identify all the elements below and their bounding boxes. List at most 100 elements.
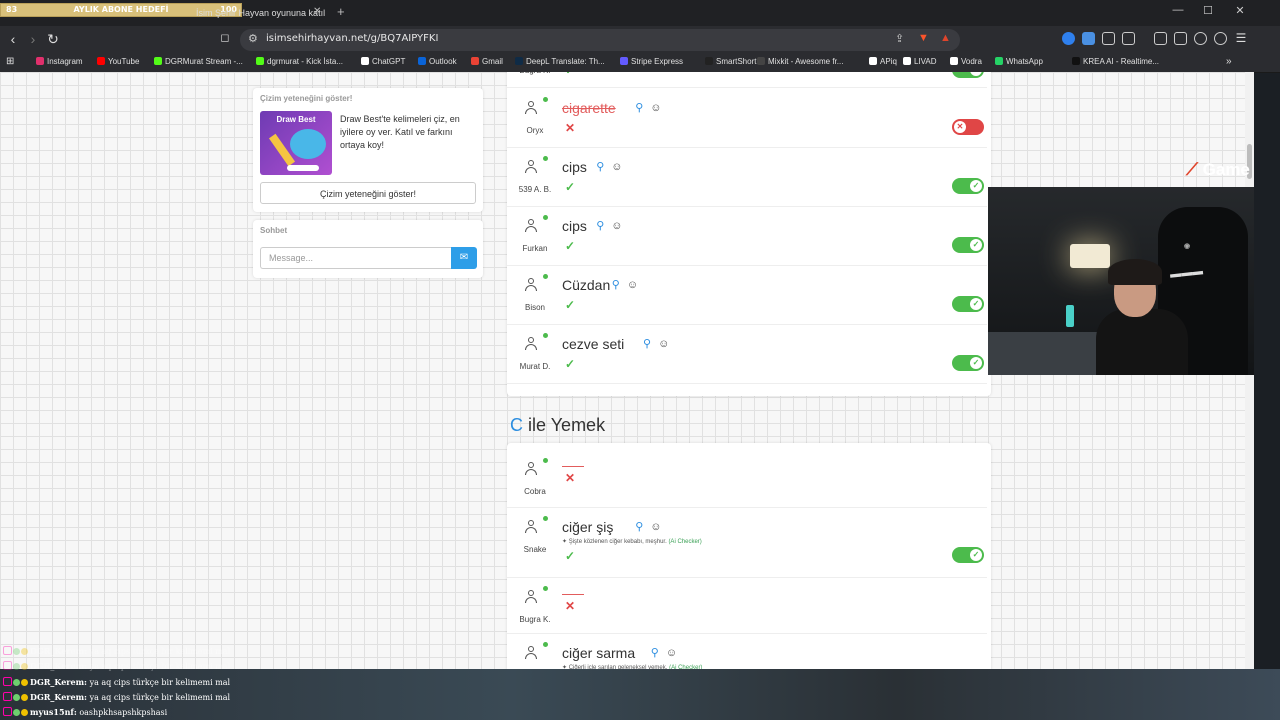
bookmark-4[interactable]: ChatGPT bbox=[361, 57, 405, 66]
search-icon[interactable]: ⚲ bbox=[643, 338, 651, 350]
correct-check-icon: ✓ bbox=[565, 239, 576, 253]
avatar-head bbox=[528, 278, 534, 284]
search-icon[interactable]: ⚲ bbox=[596, 220, 604, 232]
bookmark-label: Outlook bbox=[429, 57, 457, 66]
bookmarks-bar: ⊞ Instagram YouTube DGRMurat Stream -... dg… bbox=[0, 54, 1280, 73]
bookmark-10[interactable]: Mixkit - Awesome fr... bbox=[757, 57, 843, 66]
tab-close-icon[interactable]: ✕ bbox=[313, 6, 321, 17]
share-icon[interactable]: ⇪ bbox=[895, 32, 904, 45]
emoji-icon[interactable]: ☺ bbox=[658, 338, 669, 350]
back-icon[interactable]: ‹ bbox=[4, 31, 22, 47]
vip-badge-icon bbox=[21, 709, 28, 716]
search-icon[interactable]: ⚲ bbox=[635, 102, 643, 114]
extension-icon[interactable] bbox=[1122, 32, 1135, 45]
bookmark-7[interactable]: DeepL Translate: Th... bbox=[515, 57, 605, 66]
wrong-cross-icon: ✕ bbox=[565, 121, 576, 135]
user-avatar-icon[interactable] bbox=[523, 159, 539, 175]
correct-check-icon: ✓ bbox=[565, 549, 576, 563]
bookmark-11[interactable]: APiq bbox=[869, 57, 897, 66]
bookmark-0[interactable]: Instagram bbox=[36, 57, 83, 66]
bookmark-label: APiq bbox=[880, 57, 897, 66]
streamer-body bbox=[1096, 309, 1188, 375]
bookmark-3[interactable]: dgrmurat - Kick İsta... bbox=[256, 57, 343, 66]
search-icon[interactable]: ⚲ bbox=[612, 279, 620, 291]
forward-icon[interactable]: › bbox=[24, 31, 42, 47]
user-avatar-icon[interactable] bbox=[523, 277, 539, 293]
approve-toggle[interactable]: ✓ bbox=[952, 296, 984, 312]
subscriber-badge-icon bbox=[3, 692, 12, 701]
user-avatar-icon[interactable] bbox=[523, 218, 539, 234]
player-name: 539 A. B. bbox=[518, 185, 552, 194]
bookmark-favicon-icon bbox=[903, 57, 911, 65]
emoji-icon[interactable]: ☺ bbox=[611, 220, 622, 232]
subscriber-badge-icon bbox=[3, 677, 12, 686]
user-avatar-icon[interactable] bbox=[523, 336, 539, 352]
approve-toggle[interactable]: ✓ bbox=[952, 178, 984, 194]
draw-best-image[interactable]: Draw Best bbox=[260, 111, 332, 175]
extension-icon[interactable] bbox=[1082, 32, 1095, 45]
bookmark-12[interactable]: LIVAD bbox=[903, 57, 937, 66]
user-avatar-icon[interactable] bbox=[523, 645, 539, 661]
bookmark-label: KREA AI - Realtime... bbox=[1083, 57, 1160, 66]
brave-shields-icon[interactable]: ▼ bbox=[918, 32, 929, 44]
extensions-puzzle-icon[interactable] bbox=[1102, 32, 1115, 45]
site-settings-icon[interactable]: ⚙ bbox=[248, 32, 258, 45]
extension-icon[interactable] bbox=[1062, 32, 1075, 45]
brave-rewards-icon[interactable]: ▲ bbox=[940, 32, 951, 44]
search-icon[interactable]: ⚲ bbox=[635, 521, 643, 533]
bookmark-icon[interactable]: ◻ bbox=[216, 31, 234, 44]
bookmark-14[interactable]: WhatsApp bbox=[995, 57, 1043, 66]
search-icon[interactable]: ⚲ bbox=[651, 647, 659, 659]
answer-row: Oryx cigarette ⚲ ☺ ✕ ✕ bbox=[507, 88, 987, 148]
leo-icon[interactable] bbox=[1194, 32, 1207, 45]
show-drawing-button[interactable]: Çizim yeteneğini göster! bbox=[260, 182, 476, 204]
user-avatar-icon[interactable] bbox=[523, 519, 539, 535]
approve-toggle[interactable]: ✓ bbox=[952, 237, 984, 253]
answer-word: cips bbox=[562, 159, 587, 175]
answer-actions: ⚲ ☺ bbox=[643, 337, 669, 350]
bookmark-favicon-icon bbox=[757, 57, 765, 65]
verified-badge-icon bbox=[13, 709, 20, 716]
menu-icon[interactable]: ☰ bbox=[1232, 31, 1250, 45]
bookmark-2[interactable]: DGRMurat Stream -... bbox=[154, 57, 243, 66]
search-icon[interactable]: ⚲ bbox=[596, 161, 604, 173]
approve-toggle[interactable]: ✓ bbox=[952, 547, 984, 563]
active-tab[interactable]: İsim Şehir Hayvan oyununa katıl bbox=[196, 3, 326, 23]
emoji-icon[interactable]: ☺ bbox=[650, 521, 661, 533]
approve-toggle[interactable]: ✓ bbox=[952, 72, 984, 78]
emoji-icon[interactable]: ☺ bbox=[650, 102, 661, 114]
wallet-icon[interactable] bbox=[1174, 32, 1187, 45]
bookmark-9[interactable]: SmartShort bbox=[705, 57, 756, 66]
chat-message-input[interactable]: Message... bbox=[260, 247, 451, 269]
approve-toggle[interactable]: ✓ bbox=[952, 355, 984, 371]
emoji-icon[interactable]: ☺ bbox=[627, 279, 638, 291]
user-avatar-icon[interactable] bbox=[523, 100, 539, 116]
sidebar-icon[interactable] bbox=[1154, 32, 1167, 45]
answer-row: 539 A. B. cips ⚲ ☺ ✓ ✓ bbox=[507, 147, 987, 207]
bookmark-13[interactable]: Vodra bbox=[950, 57, 982, 66]
user-avatar-icon[interactable] bbox=[523, 461, 539, 477]
maximize-icon[interactable]: ☐ bbox=[1198, 4, 1218, 17]
emoji-icon[interactable]: ☺ bbox=[666, 647, 677, 659]
bookmark-15[interactable]: KREA AI - Realtime... bbox=[1072, 57, 1159, 66]
bookmark-5[interactable]: Outlook bbox=[418, 57, 457, 66]
new-tab-icon[interactable]: + bbox=[337, 4, 345, 19]
bookmarks-more-icon[interactable]: » bbox=[1226, 56, 1232, 67]
bookmark-6[interactable]: Gmail bbox=[471, 57, 503, 66]
online-status-dot bbox=[543, 333, 548, 338]
answer-actions: ⚲ ☺ bbox=[612, 278, 638, 291]
user-avatar-icon[interactable] bbox=[523, 589, 539, 605]
reload-icon[interactable]: ↻ bbox=[44, 31, 62, 48]
apps-grid-icon[interactable]: ⊞ bbox=[6, 56, 14, 67]
bookmark-1[interactable]: YouTube bbox=[97, 57, 139, 66]
send-icon[interactable]: ✉ bbox=[451, 247, 477, 269]
approve-toggle[interactable]: ✕ bbox=[952, 119, 984, 135]
vpn-icon[interactable] bbox=[1214, 32, 1227, 45]
minimize-icon[interactable]: — bbox=[1168, 4, 1188, 16]
chat-text: ya aq cips türkçe bir kelimemi mal bbox=[89, 662, 231, 671]
address-bar[interactable]: ⚙ isimsehirhayvan.net/g/BQ7AIPYFKI ⇪ ▼ ▲ bbox=[240, 29, 960, 51]
bookmark-8[interactable]: Stripe Express bbox=[620, 57, 683, 66]
emoji-icon[interactable]: ☺ bbox=[611, 161, 622, 173]
window-close-icon[interactable]: ✕ bbox=[1230, 4, 1250, 17]
player-name: Murat D. bbox=[519, 362, 551, 371]
